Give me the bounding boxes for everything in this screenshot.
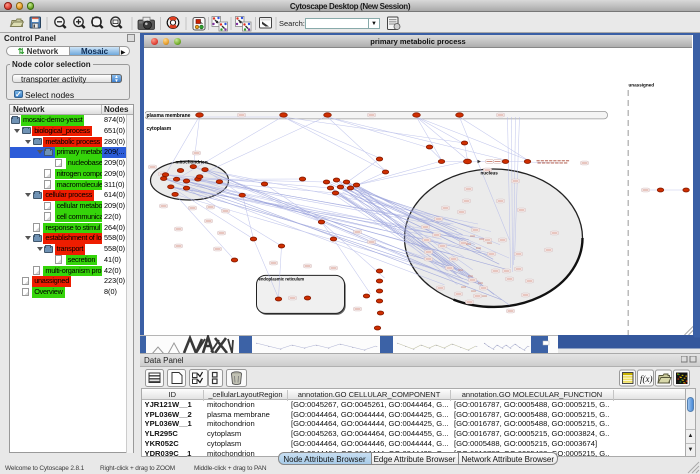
svg-text:f(x): f(x) bbox=[640, 374, 653, 384]
svg-text:nucleus: nucleus bbox=[480, 171, 498, 176]
svg-text:cytoplasm: cytoplasm bbox=[146, 126, 171, 132]
svg-text:endoplasmic reticulum: endoplasmic reticulum bbox=[258, 277, 304, 282]
svg-text:plasma membrane: plasma membrane bbox=[146, 113, 190, 119]
svg-text:mitochondrion: mitochondrion bbox=[175, 160, 207, 165]
svg-text:unassigned: unassigned bbox=[628, 83, 654, 88]
